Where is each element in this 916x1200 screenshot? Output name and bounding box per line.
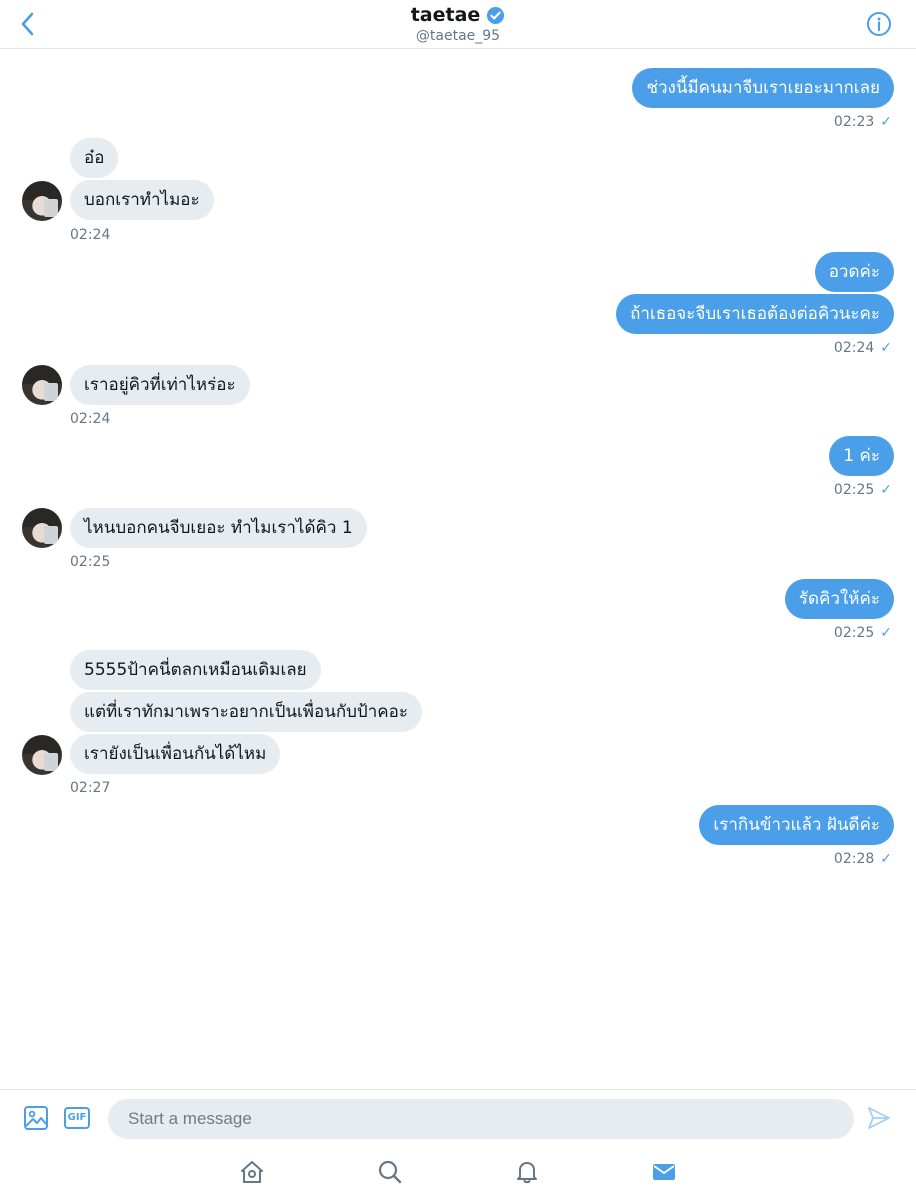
message-timestamp: 02:27 [70,780,111,796]
notifications-icon [517,1162,537,1184]
message-bubble-incoming[interactable]: ไหนบอกคนจีบเยอะ ทำไมเราได้คิว 1 [70,508,367,548]
read-check-icon: ✓ [880,114,892,130]
message-timestamp: 02:24 ✓ [833,340,892,356]
tab-search[interactable] [377,1159,403,1185]
message-bubble-outgoing[interactable]: ช่วงนี้มีคนมาจีบเราเยอะมากเลย [632,68,894,108]
tab-messages[interactable] [651,1159,677,1185]
add-media-button[interactable] [22,1104,50,1132]
message-timestamp: 02:23 ✓ [833,114,892,130]
messages-icon [653,1164,675,1180]
message-timestamp: 02:25 ✓ [833,625,892,641]
home-icon [241,1161,263,1183]
gif-icon: GIF [67,1112,87,1123]
message-list[interactable]: ช่วงนี้มีคนมาจีบเราเยอะมากเลย 02:23 ✓ อ๋อ… [0,49,916,1089]
message-bubble-incoming[interactable]: บอกเราทำไมอะ [70,180,214,220]
message-bubble-outgoing[interactable]: เรากินข้าวแล้ว ฝันดีค่ะ [699,805,894,845]
message-timestamp: 02:25 ✓ [833,482,892,498]
gif-button[interactable]: GIF [64,1107,90,1129]
message-bubble-incoming[interactable]: 5555ป้าคนี่ตลกเหมือนเดิมเลย [70,650,321,690]
message-bubble-incoming[interactable]: อ๋อ [70,138,119,178]
image-icon [24,1106,48,1130]
tab-notifications[interactable] [514,1159,540,1185]
search-icon [378,1160,402,1184]
avatar[interactable] [22,735,62,775]
message-input[interactable] [108,1099,854,1139]
message-bubble-outgoing[interactable]: รัดคิวให้ค่ะ [784,579,894,619]
message-bubble-incoming[interactable]: เรายังเป็นเพื่อนกันได้ไหม [70,734,281,774]
bottom-tab-bar [0,1147,916,1200]
message-bubble-incoming[interactable]: เราอยู่คิวที่เท่าไหร่อะ [70,365,250,405]
read-check-icon: ✓ [880,851,892,867]
info-button[interactable] [866,11,892,37]
message-timestamp: 02:24 [70,227,111,243]
send-button[interactable] [866,1105,892,1131]
message-timestamp: 02:25 [70,554,111,570]
message-bubble-outgoing[interactable]: ถ้าเธอจะจีบเราเธอต้องต่อคิวนะคะ [616,294,894,334]
info-icon [867,12,891,36]
message-bubble-outgoing[interactable]: อวดค่ะ [814,252,894,292]
conversation-title: taetae [410,4,481,26]
read-check-icon: ✓ [880,340,892,356]
message-composer: GIF [0,1089,916,1147]
message-bubble-incoming[interactable]: แต่ที่เราทักมาเพราะอยากเป็นเพื่อนกับป้าค… [70,692,422,732]
conversation-header: taetae @taetae_95 [0,0,916,49]
avatar[interactable] [22,181,62,221]
message-timestamp: 02:28 ✓ [833,851,892,867]
read-check-icon: ✓ [880,625,892,641]
avatar[interactable] [22,508,62,548]
send-icon [868,1107,890,1129]
tab-home[interactable] [239,1159,265,1185]
read-check-icon: ✓ [880,482,892,498]
conversation-handle: @taetae_95 [415,28,501,44]
conversation-title-block[interactable]: taetae @taetae_95 [0,4,916,44]
message-timestamp: 02:24 [70,411,111,427]
message-bubble-outgoing[interactable]: 1 ค่ะ [829,436,894,476]
avatar[interactable] [22,365,62,405]
verified-badge-icon [487,6,505,24]
